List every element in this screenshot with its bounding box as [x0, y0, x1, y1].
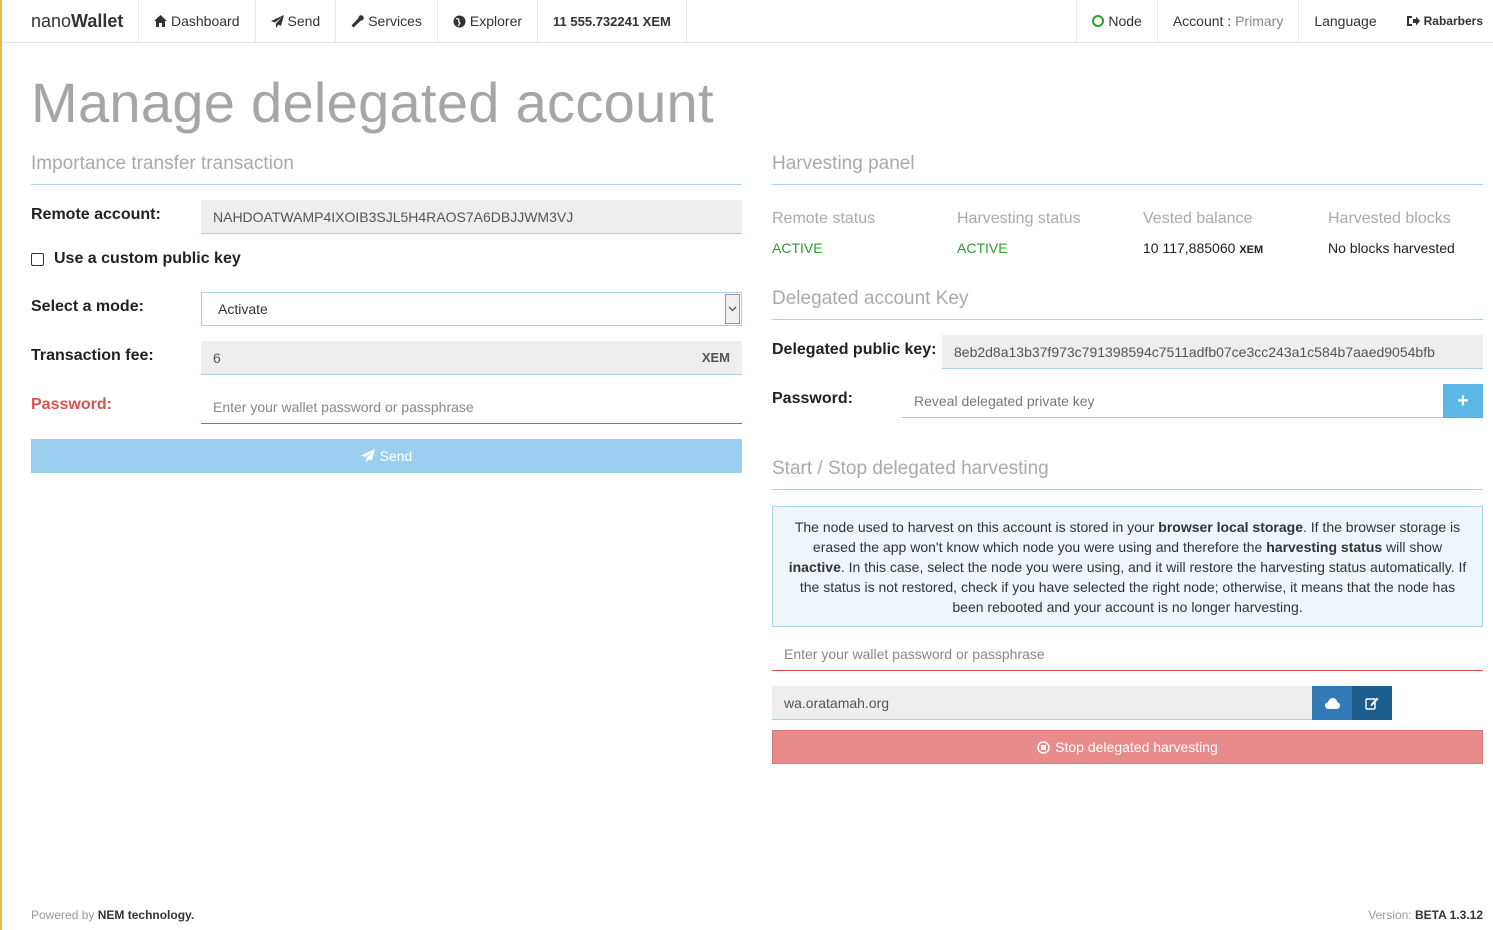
reveal-key-button[interactable]: +	[1443, 384, 1483, 418]
info-text: The node used to harvest on this account…	[794, 519, 1159, 535]
remote-status-value: ACTIVE	[772, 240, 823, 256]
cloud-icon	[1324, 697, 1340, 709]
password-label: Password:	[31, 396, 112, 413]
powered-name[interactable]: NEM technology.	[98, 908, 194, 922]
mode-select-value: Activate	[218, 301, 268, 317]
info-text: will show	[1382, 539, 1443, 555]
vested-balance-unit: XEM	[1239, 244, 1264, 256]
paper-plane-icon	[360, 449, 375, 463]
info-text: . In this case, select the node you were…	[799, 559, 1467, 615]
nav-dashboard[interactable]: Dashboard	[139, 0, 256, 42]
remote-account-label: Remote account:	[31, 206, 161, 223]
top-navbar: nano Wallet Dashboard Send Services Explo…	[2, 0, 1493, 43]
info-bold-status: harvesting status	[1266, 539, 1383, 555]
harvested-blocks-heading: Harvested blocks	[1328, 210, 1451, 227]
nav-explorer-label: Explorer	[469, 13, 523, 29]
nav-user[interactable]: Rabarbers	[1392, 0, 1493, 42]
nav-account-name: Primary	[1235, 13, 1284, 29]
harvest-password-input[interactable]: Enter your wallet password or passphrase	[772, 637, 1483, 671]
window-edge	[0, 0, 2, 930]
public-key-field: 8eb2d8a13b37f973c791398594c7511adfb07ce3…	[942, 335, 1483, 369]
custom-key-checkbox[interactable]	[31, 252, 44, 266]
footer-version: Version: BETA 1.3.12	[1368, 908, 1483, 922]
nav-dashboard-label: Dashboard	[171, 13, 240, 29]
nav-account[interactable]: Account : Primary	[1158, 0, 1300, 42]
globe-icon	[453, 15, 466, 27]
delegated-password-label: Password:	[772, 390, 853, 407]
footer-powered-by: Powered by NEM technology.	[31, 908, 194, 922]
fee-field: 6 XEM	[201, 341, 742, 375]
page-title: Manage delegated account	[31, 71, 714, 134]
vested-balance-value: 10 117,885060 XEM	[1143, 240, 1263, 256]
nav-language[interactable]: Language	[1299, 0, 1391, 42]
select-node-button[interactable]	[1312, 686, 1352, 720]
importance-section-title: Importance transfer transaction	[31, 153, 294, 174]
fee-unit: XEM	[701, 350, 730, 365]
public-key-label: Delegated public key:	[772, 341, 937, 358]
wrench-icon	[351, 14, 364, 27]
nav-account-label: Account :	[1172, 13, 1232, 29]
harvesting-divider	[772, 184, 1483, 185]
nav-node[interactable]: Node	[1077, 0, 1158, 42]
startstop-divider	[772, 489, 1483, 490]
node-field[interactable]: wa.oratamah.org	[772, 686, 1313, 720]
nav-services[interactable]: Services	[336, 0, 438, 42]
harvesting-status-heading: Harvesting status	[957, 210, 1081, 227]
info-bold-inactive: inactive	[788, 559, 841, 575]
mode-label: Select a mode:	[31, 298, 144, 315]
balance-display: 11 555.732241 XEM	[538, 0, 687, 42]
fee-label: Transaction fee:	[31, 347, 154, 364]
vested-balance-heading: Vested balance	[1143, 210, 1253, 227]
nav-node-label: Node	[1108, 13, 1142, 29]
brand-prefix: nano	[31, 10, 72, 31]
chevron-down-icon[interactable]	[725, 294, 740, 324]
startstop-section-title: Start / Stop delegated harvesting	[772, 458, 1049, 479]
importance-divider	[31, 184, 742, 185]
nav-services-label: Services	[368, 13, 422, 29]
delegated-key-divider	[772, 319, 1483, 320]
nav-user-label: Rabarbers	[1423, 14, 1483, 28]
storage-info-alert: The node used to harvest on this account…	[772, 506, 1483, 627]
remote-status-heading: Remote status	[772, 210, 876, 227]
stop-icon	[1037, 740, 1050, 754]
nav-explorer[interactable]: Explorer	[438, 0, 539, 42]
nav-spacer	[687, 0, 1078, 42]
remote-account-field: NAHDOATWAMP4IXOIB3SJL5H4RAOS7A6DBJJWM3VJ	[201, 200, 742, 234]
brand-suffix: Wallet	[71, 10, 124, 31]
fee-value: 6	[213, 349, 221, 366]
node-status-icon	[1092, 15, 1105, 27]
harvested-blocks-value: No blocks harvested	[1328, 240, 1455, 256]
home-icon	[154, 15, 167, 27]
version-label: Version:	[1368, 908, 1412, 922]
delegated-key-section-title: Delegated account Key	[772, 288, 969, 309]
sign-out-icon	[1406, 16, 1420, 26]
vested-balance-amount: 10 117,885060	[1143, 240, 1236, 256]
info-bold-storage: browser local storage	[1158, 519, 1303, 535]
edit-icon	[1365, 697, 1379, 710]
custom-key-option[interactable]: Use a custom public key	[31, 250, 241, 268]
nav-send-label: Send	[287, 13, 321, 29]
send-button-label: Send	[379, 448, 413, 464]
version-value: BETA 1.3.12	[1414, 908, 1483, 922]
stop-harvesting-button[interactable]: Stop delegated harvesting	[772, 730, 1483, 764]
send-button[interactable]: Send	[31, 439, 742, 473]
harvesting-section-title: Harvesting panel	[772, 153, 915, 174]
brand-logo[interactable]: nano Wallet	[2, 0, 139, 42]
stop-harvesting-label: Stop delegated harvesting	[1055, 739, 1218, 755]
mode-select[interactable]: Activate	[201, 292, 742, 326]
password-input[interactable]: Enter your wallet password or passphrase	[201, 390, 742, 424]
harvesting-status-value: ACTIVE	[957, 240, 1008, 256]
reveal-key-input[interactable]: Reveal delegated private key	[902, 384, 1443, 418]
edit-node-button[interactable]	[1352, 686, 1392, 720]
powered-prefix: Powered by	[31, 908, 95, 922]
custom-key-label: Use a custom public key	[54, 250, 241, 267]
paper-plane-icon	[270, 14, 284, 28]
nav-send[interactable]: Send	[256, 0, 337, 42]
